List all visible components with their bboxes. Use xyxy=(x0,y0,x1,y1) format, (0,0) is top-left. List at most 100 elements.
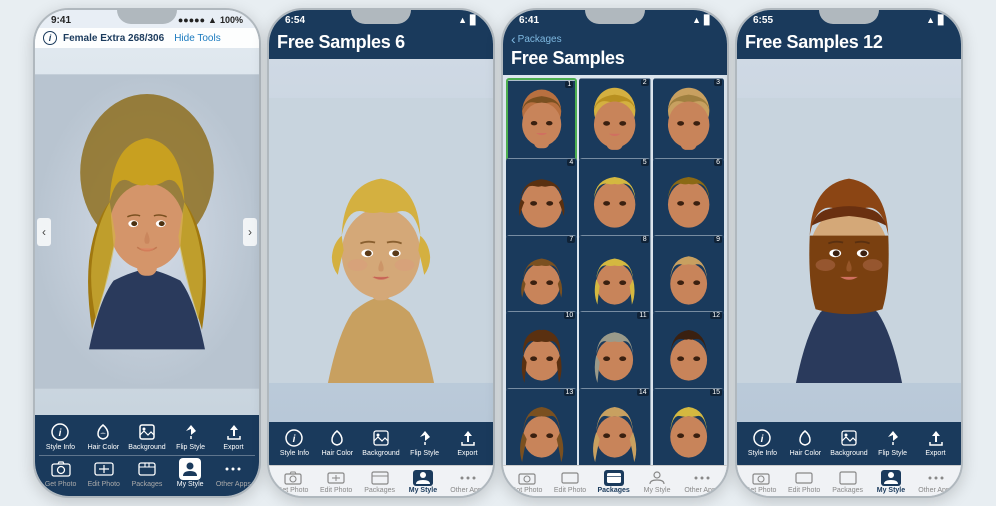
nav-style-label-4: Style Info xyxy=(748,450,777,457)
right-arrow-1[interactable]: › xyxy=(243,218,257,246)
nav-style-info-icon-2: i xyxy=(283,427,305,449)
hair-grid-3: 1 2 xyxy=(503,75,727,465)
notch-4 xyxy=(819,10,879,24)
toolbar-packages[interactable]: Packages xyxy=(129,458,165,488)
header-title-1: Female Extra 268/306 xyxy=(63,33,164,44)
notch-1 xyxy=(117,10,177,24)
nav-style-info-2[interactable]: i Style Info xyxy=(276,427,312,457)
nav-packages-4[interactable]: Packages xyxy=(832,470,864,494)
left-arrow-1[interactable]: ‹ xyxy=(37,218,51,246)
nav-flip-4[interactable]: Flip Style xyxy=(875,427,911,457)
header-bar-2: Free Samples 6 xyxy=(269,28,493,59)
hair-cell-11[interactable]: 11 xyxy=(579,311,650,395)
toolbar-flip-style[interactable]: Flip Style xyxy=(173,421,209,451)
toolbar-style-info[interactable]: i Style Info xyxy=(42,421,78,451)
nav-flip-label-2: Flip Style xyxy=(410,450,439,457)
nav-packages-icon-2 xyxy=(370,470,390,486)
nav-hair-color-4[interactable]: Hair Color xyxy=(787,427,823,457)
toolbar-my-style-active[interactable]: My Style xyxy=(172,458,208,488)
hair-cell-1[interactable]: 1 xyxy=(506,78,577,162)
flip-style-icon xyxy=(180,421,202,443)
hair-cell-14[interactable]: 14 xyxy=(579,388,650,465)
nav-style-info-icon-4: i xyxy=(751,427,773,449)
nav-my-style-icon-3 xyxy=(647,470,667,486)
nav-get-photo-2[interactable]: Get Photo xyxy=(277,470,309,494)
nav-style-info-4[interactable]: i Style Info xyxy=(744,427,780,457)
cell-num-13: 13 xyxy=(564,389,576,396)
hair-cell-3[interactable]: 3 xyxy=(653,78,724,162)
notch-2 xyxy=(351,10,411,24)
signal-icon: ●●●●● xyxy=(178,15,205,25)
export-label: Export xyxy=(223,444,243,451)
signal-4: ▲ xyxy=(926,15,935,25)
hair-cell-10[interactable]: 10 xyxy=(506,311,577,395)
nav-got-photo-label-3: Got Photo xyxy=(511,487,543,494)
nav-my-style-2[interactable]: My Style xyxy=(407,470,439,494)
hair-cell-13[interactable]: 13 xyxy=(506,388,577,465)
nav-my-style-active-4[interactable]: My Style xyxy=(875,470,907,494)
edit-photo-label: Edit Photo xyxy=(88,481,120,488)
nav-export-label-4: Export xyxy=(925,450,945,457)
nav-bg-icon-2 xyxy=(370,427,392,449)
bottom-nav-items-2: Get Photo Edit Photo Packages xyxy=(271,470,491,494)
nav-edit-photo-2[interactable]: Edit Photo xyxy=(320,470,352,494)
nav-packages-active-3[interactable]: Packages xyxy=(597,470,629,494)
divider-1 xyxy=(39,455,255,456)
style-info-label: Style Info xyxy=(46,444,75,451)
status-icons-1: ●●●●● ▲ 100% xyxy=(178,15,243,25)
svg-text:i: i xyxy=(293,434,296,445)
nav-edit-label-3: Edit Photo xyxy=(554,487,586,494)
hair-cell-6[interactable]: 6 xyxy=(653,158,724,242)
model-portrait-2 xyxy=(269,59,493,422)
nav-packages-label-2: Packages xyxy=(364,487,395,494)
nav-edit-3[interactable]: Edit Photo xyxy=(554,470,586,494)
nav-flip-label-4: Flip Style xyxy=(878,450,907,457)
hide-tools-btn[interactable]: Hide Tools xyxy=(174,33,221,44)
hair-cell-7[interactable]: 7 xyxy=(506,235,577,319)
svg-text:i: i xyxy=(761,434,764,445)
nav-my-style-label-2: My Style xyxy=(409,487,437,494)
status-icons-2: ▲ ▊ xyxy=(458,15,477,26)
nav-get-photo-4[interactable]: Get Photo xyxy=(745,470,777,494)
hair-cell-5[interactable]: 5 xyxy=(579,158,650,242)
nav-other-icon-4 xyxy=(926,470,946,486)
toolbar-get-photo[interactable]: Get Photo xyxy=(43,458,79,488)
toolbar-hair-color[interactable]: Hair Color xyxy=(85,421,121,451)
back-nav-3[interactable]: ‹ Packages xyxy=(511,31,719,47)
nav-edit-4[interactable]: Edit Photo xyxy=(788,470,820,494)
cell-num-10: 10 xyxy=(564,312,576,319)
nav-other-4[interactable]: Other Apps xyxy=(918,470,953,494)
nav-my-style-icon-active-4 xyxy=(881,470,901,486)
nav-export-2[interactable]: Export xyxy=(450,427,486,457)
hair-cell-9[interactable]: 9 xyxy=(653,235,724,319)
nav-export-4[interactable]: Export xyxy=(918,427,954,457)
nav-other-apps-2[interactable]: Other Apps xyxy=(450,470,485,494)
toolbar-background[interactable]: Background xyxy=(128,421,165,451)
phone-1: 9:41 ●●●●● ▲ 100% i Female Extra 268/306… xyxy=(33,8,261,498)
background-label: Background xyxy=(128,444,165,451)
nav-flip-2[interactable]: Flip Style xyxy=(407,427,443,457)
hair-cell-2[interactable]: 2 xyxy=(579,78,650,162)
toolbar-edit-photo[interactable]: Edit Photo xyxy=(86,458,122,488)
nav-got-photo-3[interactable]: Got Photo xyxy=(511,470,543,494)
nav-my-style-3[interactable]: My Style xyxy=(641,470,673,494)
hair-cell-8[interactable]: 8 xyxy=(579,235,650,319)
cell-num-5: 5 xyxy=(641,159,649,166)
hair-cell-15[interactable]: 15 xyxy=(653,388,724,465)
toolbar-other-apps[interactable]: Other Apps xyxy=(215,458,251,488)
nav-packages-2[interactable]: Packages xyxy=(364,470,396,494)
nav-hair-color-2[interactable]: Hair Color xyxy=(319,427,355,457)
nav-get-photo-icon-2 xyxy=(283,470,303,486)
nav-other-3[interactable]: Other Apps xyxy=(684,470,719,494)
model-portrait-4 xyxy=(737,59,961,422)
hair-cell-4[interactable]: 4 xyxy=(506,158,577,242)
phone-2: 6:54 ▲ ▊ Free Samples 6 xyxy=(267,8,495,498)
info-icon-1[interactable]: i xyxy=(43,31,57,45)
screen-3: 6:41 ▲ ▊ ‹ Packages Free Samples xyxy=(503,10,727,496)
nav-background-4[interactable]: Background xyxy=(830,427,867,457)
get-photo-label: Get Photo xyxy=(45,481,77,488)
toolbar-export[interactable]: Export xyxy=(216,421,252,451)
nav-get-photo-label-2: Get Photo xyxy=(277,487,309,494)
nav-background-2[interactable]: Background xyxy=(362,427,399,457)
hair-cell-12[interactable]: 12 xyxy=(653,311,724,395)
